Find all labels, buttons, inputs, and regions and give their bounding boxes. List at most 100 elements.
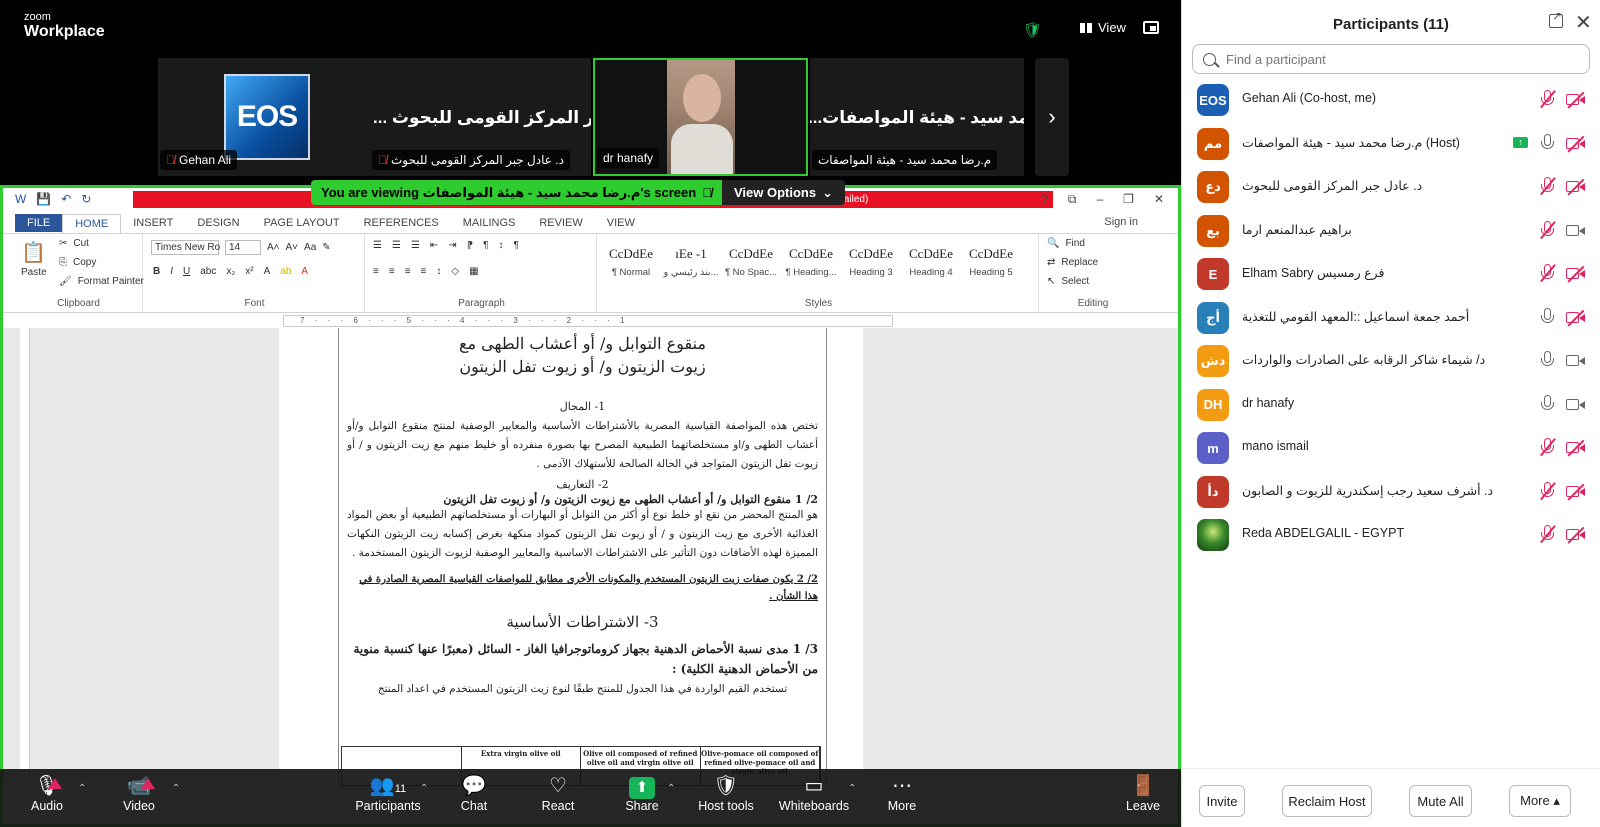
- encryption-shield-icon[interactable]: 🛡: [1023, 21, 1042, 39]
- participants-options-caret[interactable]: ⌃: [420, 783, 428, 794]
- video-off-icon[interactable]: [1566, 528, 1586, 542]
- participant-row[interactable]: دش د/ شيماء شاكر الرقابه على الصادرات وال…: [1182, 339, 1600, 383]
- help-icon[interactable]: ?: [1041, 192, 1048, 207]
- whiteboards-options-caret[interactable]: ⌃: [848, 783, 856, 794]
- font-name-select[interactable]: Times New Ro: [151, 240, 220, 255]
- video-off-icon[interactable]: [1566, 137, 1586, 151]
- select-button[interactable]: ↖ Select: [1047, 276, 1089, 287]
- reclaim-host-button[interactable]: Reclaim Host: [1282, 785, 1372, 817]
- save-icon[interactable]: 💾: [36, 192, 51, 206]
- show-marks-icon[interactable]: ¶: [513, 240, 518, 251]
- shared-screen-area[interactable]: W 💾 ↶ ↻ منقوع التوابل و/ أو أعشاب الطهى …: [0, 185, 1181, 827]
- format-painter-button[interactable]: 🖌 Format Painter: [59, 276, 144, 287]
- mic-on-icon[interactable]: [1540, 351, 1554, 369]
- search-input[interactable]: [1226, 51, 1566, 67]
- horizontal-ruler[interactable]: 7 · · · 6 · · · 5 · · · 4 · · · 3 · · · …: [283, 315, 893, 327]
- font-size-select[interactable]: 14: [225, 240, 261, 255]
- panel-more-button[interactable]: More ▴: [1509, 785, 1571, 817]
- mic-muted-icon[interactable]: [1540, 177, 1554, 195]
- align-center-icon[interactable]: ≡: [389, 266, 395, 277]
- shrink-font-icon[interactable]: A˅: [286, 242, 299, 253]
- tab-page-layout[interactable]: PAGE LAYOUT: [252, 214, 352, 232]
- align-right-icon[interactable]: ≡: [405, 266, 411, 277]
- numbering-icon[interactable]: ☰: [392, 240, 401, 251]
- participant-row[interactable]: Reda ABDELGALIL - EGYPT: [1182, 513, 1600, 557]
- react-button[interactable]: ♡ React: [538, 769, 578, 827]
- restore-icon[interactable]: ❐: [1123, 192, 1134, 207]
- mic-muted-icon[interactable]: [1540, 481, 1554, 500]
- decrease-indent-icon[interactable]: ⇤: [430, 240, 438, 251]
- style-heading[interactable]: CcDdEe ¶ Heading...: [781, 240, 841, 284]
- participants-button[interactable]: 👥11 Participants: [350, 769, 426, 827]
- close-panel-icon[interactable]: ✕: [1575, 10, 1592, 35]
- paste-button[interactable]: 📋 Paste: [21, 240, 47, 278]
- view-options-button[interactable]: View Options ⌄: [721, 180, 845, 205]
- share-options-caret[interactable]: ⌃: [667, 783, 675, 794]
- mic-on-icon[interactable]: [1540, 307, 1554, 326]
- video-tile-gehan-ali[interactable]: EOS ... جبر المركز القومى للبحوث 🎙̸ Geha…: [158, 58, 591, 176]
- shading-icon[interactable]: ◇: [451, 266, 459, 277]
- video-tile-reda-mohamed[interactable]: ...حمد سيد - هيئة المواصفات م.رضا محمد س…: [810, 58, 1024, 176]
- next-page-arrow-icon[interactable]: ›: [1035, 58, 1069, 176]
- redo-icon[interactable]: ↻: [81, 192, 91, 206]
- tab-view[interactable]: VIEW: [595, 214, 647, 232]
- sign-in-link[interactable]: Sign in: [1104, 216, 1138, 228]
- participant-row[interactable]: دأ د. أشرف سعيد رجب إسكندرية للزيوت و الص…: [1182, 470, 1600, 514]
- mic-on-icon[interactable]: [1540, 394, 1554, 413]
- style-main-clause[interactable]: ıEe -1 بند رئيسي و...: [661, 240, 721, 284]
- close-icon[interactable]: ✕: [1154, 192, 1164, 207]
- participant-row[interactable]: بع براهيم عبدالمنعم ارما: [1182, 209, 1600, 253]
- video-on-icon[interactable]: [1566, 398, 1586, 412]
- participant-row[interactable]: m mano ismail: [1182, 426, 1600, 470]
- sort-icon[interactable]: ↕: [498, 240, 503, 251]
- subscript-icon[interactable]: x₂: [226, 266, 235, 277]
- bold-icon[interactable]: B: [153, 266, 160, 277]
- video-button[interactable]: 📹 Video: [116, 769, 162, 827]
- audio-button[interactable]: 🎙 Audio: [24, 769, 70, 827]
- leave-button[interactable]: 🚪 Leave: [1122, 769, 1164, 827]
- bullets-icon[interactable]: ☰: [373, 240, 382, 251]
- picture-in-picture-icon[interactable]: [1143, 21, 1159, 34]
- more-button[interactable]: ⋯ More: [882, 769, 922, 827]
- tab-home[interactable]: HOME: [62, 213, 122, 233]
- participant-row[interactable]: E Elham Sabry فرع رمسيس: [1182, 252, 1600, 296]
- video-off-icon[interactable]: [1566, 267, 1586, 281]
- participant-row[interactable]: دع د. عادل جبر المركز القومى للبحوث: [1182, 165, 1600, 209]
- ltr-icon[interactable]: ⁋: [467, 240, 473, 251]
- share-button[interactable]: ⬆ Share: [624, 769, 660, 827]
- cut-button[interactable]: ✂ Cut: [59, 238, 89, 249]
- replace-button[interactable]: ⇄ Replace: [1047, 257, 1098, 268]
- change-case-icon[interactable]: Aa: [304, 242, 316, 253]
- minimize-icon[interactable]: –: [1096, 192, 1103, 207]
- tab-references[interactable]: REFERENCES: [352, 214, 451, 232]
- highlight-icon[interactable]: ab: [280, 266, 291, 277]
- line-spacing-icon[interactable]: ↕: [436, 266, 441, 277]
- tab-file[interactable]: FILE: [15, 214, 63, 232]
- whiteboards-button[interactable]: ▭ Whiteboards: [778, 769, 850, 827]
- mic-muted-icon[interactable]: [1540, 90, 1554, 108]
- style-heading-4[interactable]: CcDdEe Heading 4: [901, 240, 961, 284]
- text-effects-icon[interactable]: A: [264, 266, 271, 277]
- invite-button[interactable]: Invite: [1199, 785, 1245, 817]
- rtl-icon[interactable]: ¶: [483, 240, 488, 251]
- superscript-icon[interactable]: x²: [245, 266, 253, 277]
- host-tools-button[interactable]: 🛡 Host tools: [694, 769, 758, 827]
- clear-format-icon[interactable]: ✎: [322, 242, 330, 253]
- video-off-icon[interactable]: [1566, 180, 1586, 194]
- pop-out-icon[interactable]: [1549, 9, 1563, 28]
- font-color-icon[interactable]: A: [301, 266, 308, 277]
- video-off-icon[interactable]: [1566, 441, 1586, 455]
- borders-icon[interactable]: ▦: [469, 266, 478, 277]
- audio-options-caret[interactable]: ⌃: [78, 783, 86, 794]
- tab-design[interactable]: DESIGN: [185, 214, 251, 232]
- video-off-icon[interactable]: [1566, 485, 1586, 499]
- video-on-icon[interactable]: [1566, 224, 1586, 238]
- find-button[interactable]: 🔍 Find: [1047, 238, 1085, 249]
- tab-mailings[interactable]: MAILINGS: [451, 214, 528, 232]
- copy-button[interactable]: ⎘ Copy: [59, 257, 96, 268]
- document-page[interactable]: منقوع التوابل و/ أو أعشاب الطهى مع زيوت …: [279, 328, 863, 786]
- video-tile-dr-hanafy[interactable]: dr hanafy: [593, 58, 808, 176]
- style-heading-3[interactable]: CcDdEe Heading 3: [841, 240, 901, 284]
- style-normal[interactable]: CcDdEe ¶ Normal: [601, 240, 661, 284]
- grow-font-icon[interactable]: A˄: [267, 242, 280, 253]
